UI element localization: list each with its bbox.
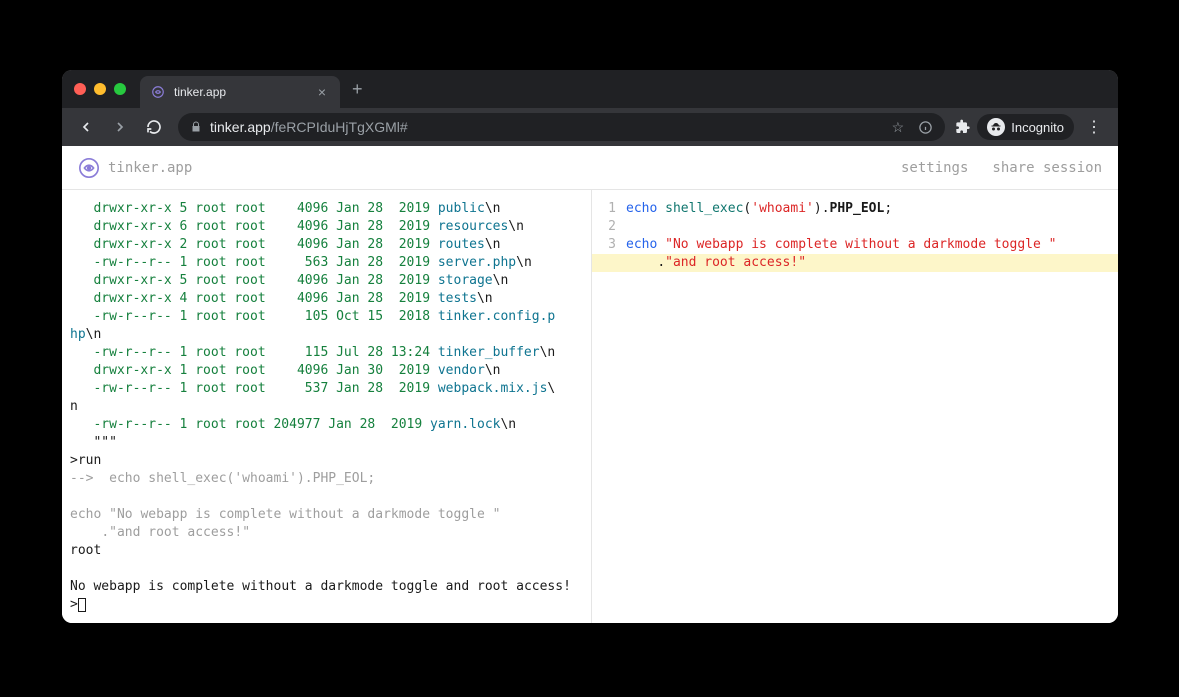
incognito-icon bbox=[987, 118, 1005, 136]
lock-icon bbox=[190, 121, 202, 133]
reload-button[interactable] bbox=[140, 113, 168, 141]
url-host: tinker.app bbox=[210, 119, 271, 135]
app-logo-icon bbox=[78, 157, 100, 179]
chrome-top: tinker.app × + tinker.app/feRCPIduHjTgXG… bbox=[62, 70, 1118, 146]
tab-bar: tinker.app × + bbox=[62, 70, 1118, 108]
line-number: 1 bbox=[592, 200, 616, 218]
bookmark-star-icon[interactable]: ☆ bbox=[892, 119, 905, 136]
settings-link[interactable]: settings bbox=[901, 160, 968, 176]
app-content: tinker.app settings share session drwxr-… bbox=[62, 146, 1118, 623]
code-line-highlighted: ."and root access!" bbox=[592, 254, 1118, 272]
incognito-label: Incognito bbox=[1011, 120, 1064, 135]
toolbar: tinker.app/feRCPIduHjTgXGMl# ☆ Incognito… bbox=[62, 108, 1118, 146]
incognito-badge: Incognito bbox=[977, 114, 1074, 140]
extensions-icon[interactable] bbox=[955, 119, 971, 135]
line-number: 2 bbox=[592, 218, 616, 236]
forward-button[interactable] bbox=[106, 113, 134, 141]
browser-tab[interactable]: tinker.app × bbox=[140, 76, 340, 108]
code-line bbox=[626, 218, 1110, 236]
share-session-link[interactable]: share session bbox=[992, 160, 1102, 176]
back-button[interactable] bbox=[72, 113, 100, 141]
tab-close-icon[interactable]: × bbox=[314, 84, 330, 100]
app-header: tinker.app settings share session bbox=[62, 146, 1118, 190]
terminal-pane[interactable]: drwxr-xr-x 5 root root 4096 Jan 28 2019 … bbox=[62, 190, 592, 623]
new-tab-button[interactable]: + bbox=[340, 79, 375, 100]
favicon-icon bbox=[150, 84, 166, 100]
browser-menu-button[interactable]: ⋮ bbox=[1080, 117, 1108, 137]
browser-window: tinker.app × + tinker.app/feRCPIduHjTgXG… bbox=[62, 70, 1118, 623]
app-logo[interactable]: tinker.app bbox=[78, 157, 192, 179]
window-controls bbox=[74, 83, 126, 95]
split-panes: drwxr-xr-x 5 root root 4096 Jan 28 2019 … bbox=[62, 190, 1118, 623]
code-line: echo "No webapp is complete without a da… bbox=[626, 236, 1110, 254]
address-bar[interactable]: tinker.app/feRCPIduHjTgXGMl# ☆ bbox=[178, 113, 945, 141]
close-window-button[interactable] bbox=[74, 83, 86, 95]
info-icon[interactable] bbox=[918, 120, 933, 135]
app-brand: tinker.app bbox=[108, 160, 192, 176]
code-editor[interactable]: echo shell_exec('whoami').PHP_EOL; echo … bbox=[622, 190, 1118, 623]
url-path: /feRCPIduHjTgXGMl# bbox=[271, 119, 408, 135]
terminal-cursor bbox=[78, 598, 86, 612]
minimize-window-button[interactable] bbox=[94, 83, 106, 95]
line-number: 3 bbox=[592, 236, 616, 254]
editor-pane: 1234 echo shell_exec('whoami').PHP_EOL; … bbox=[592, 190, 1118, 623]
maximize-window-button[interactable] bbox=[114, 83, 126, 95]
tab-title: tinker.app bbox=[174, 85, 314, 99]
code-line: echo shell_exec('whoami').PHP_EOL; bbox=[626, 200, 1110, 218]
